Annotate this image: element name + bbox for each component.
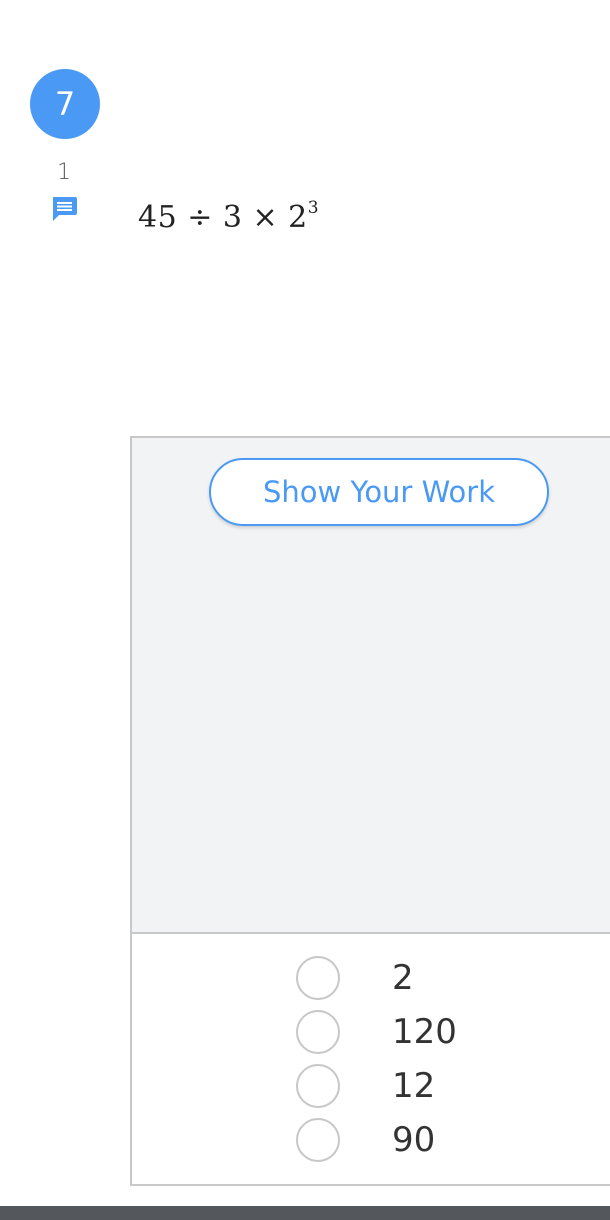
choice-label: 12	[392, 1066, 436, 1106]
question-number-badge: 7	[30, 69, 100, 139]
answer-choice-120[interactable]: 120	[296, 1010, 556, 1058]
question-page: 7 1 45 ÷ 3 × 23 Show Your Work 2 120 12 …	[0, 0, 610, 1220]
radio-button[interactable]	[296, 1118, 340, 1162]
radio-button[interactable]	[296, 1064, 340, 1108]
choice-label: 2	[392, 958, 414, 998]
answer-choice-90[interactable]: 90	[296, 1118, 556, 1166]
expression-main: 45 ÷ 3 × 2	[138, 200, 308, 235]
answer-choice-12[interactable]: 12	[296, 1064, 556, 1112]
choice-label: 120	[392, 1012, 457, 1052]
chat-bubble-icon[interactable]	[50, 195, 78, 223]
choice-label: 90	[392, 1120, 436, 1160]
math-expression: 45 ÷ 3 × 23	[138, 198, 320, 235]
show-your-work-button[interactable]: Show Your Work	[209, 458, 549, 526]
expression-exponent: 3	[307, 198, 320, 218]
radio-button[interactable]	[296, 956, 340, 1000]
comment-count: 1	[57, 160, 71, 185]
answer-choice-2[interactable]: 2	[296, 956, 556, 1004]
radio-button[interactable]	[296, 1010, 340, 1054]
bottom-toolbar	[0, 1206, 610, 1220]
